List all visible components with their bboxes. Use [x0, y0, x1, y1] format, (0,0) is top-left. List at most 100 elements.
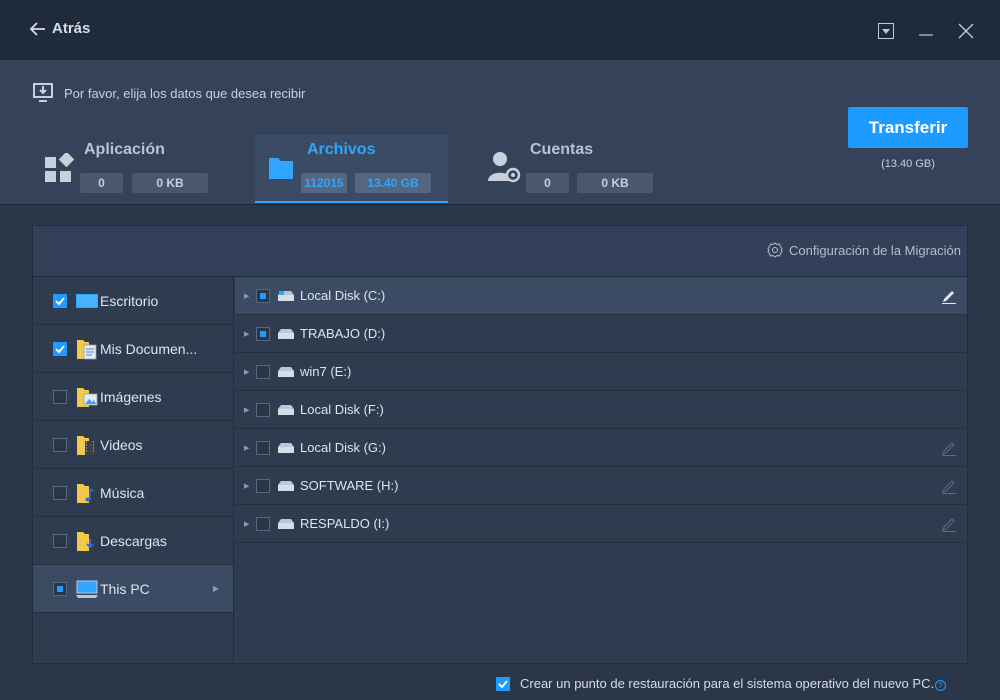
restore-point-option[interactable]: Crear un punto de restauración para el s…	[496, 676, 947, 691]
expand-arrow-icon[interactable]: ▶	[244, 330, 249, 338]
prompt: Por favor, elija los datos que desea rec…	[32, 82, 305, 104]
panel-toolbar: Configuración de la Migración	[33, 226, 967, 277]
help-icon[interactable]: ?	[935, 680, 947, 691]
drive-row-g[interactable]: ▶ Local Disk (G:)	[235, 429, 967, 467]
checkbox-videos[interactable]	[53, 437, 67, 452]
drive-label: win7 (E:)	[300, 364, 352, 379]
dropdown-menu-button[interactable]	[875, 20, 897, 42]
drive-icon	[278, 481, 294, 491]
drive-label: TRABAJO (D:)	[300, 326, 386, 341]
close-button[interactable]	[955, 20, 977, 42]
checkbox-mis-documentos[interactable]	[53, 341, 67, 356]
dropdown-icon	[878, 23, 894, 39]
drive-label: SOFTWARE (H:)	[300, 478, 399, 493]
drive-label: RESPALDO (I:)	[300, 516, 390, 531]
pictures-folder-icon	[77, 388, 98, 407]
expand-arrow-icon[interactable]: ▶	[244, 444, 249, 452]
drive-row-c[interactable]: ▶ Local Disk (C:)	[235, 277, 967, 315]
folder-label: Escritorio	[100, 292, 159, 309]
checkbox-this-pc[interactable]	[53, 581, 67, 596]
folder-item-descargas[interactable]: Descargas	[33, 517, 233, 565]
checkbox-imagenes[interactable]	[53, 389, 67, 404]
tab-aplicacion-title: Aplicación	[84, 141, 165, 158]
drive-row-f[interactable]: ▶ Local Disk (F:)	[235, 391, 967, 429]
folder-label: Música	[100, 484, 145, 501]
checkmark-icon	[55, 296, 65, 305]
tab-aplicacion-count: 0	[80, 173, 123, 193]
prompt-text: Por favor, elija los datos que desea rec…	[64, 85, 306, 101]
drive-icon	[278, 519, 294, 529]
title-bar: Atrás	[0, 0, 1000, 60]
drive-icon	[278, 367, 294, 377]
tab-cuentas-title: Cuentas	[530, 141, 594, 158]
drive-icon	[278, 329, 294, 339]
checkbox-musica[interactable]	[53, 485, 67, 500]
tab-cuentas-size: 0 KB	[577, 173, 653, 193]
folder-label: Mis Documen...	[100, 340, 198, 357]
drive-list: ▶ Local Disk (C:) ▶ TRABAJO (D:) ▶ win7 …	[235, 277, 967, 543]
drive-row-e[interactable]: ▶ win7 (E:)	[235, 353, 967, 391]
account-settings-icon	[488, 152, 521, 183]
expand-arrow-icon[interactable]: ▶	[244, 368, 249, 376]
downloads-folder-icon	[77, 532, 94, 551]
expand-arrow-icon[interactable]: ▶	[244, 292, 249, 300]
edit-pencil-icon[interactable]	[941, 288, 957, 304]
folder-item-imagenes[interactable]: Imágenes	[33, 373, 233, 421]
drive-row-d[interactable]: ▶ TRABAJO (D:)	[235, 315, 967, 353]
restore-point-checkbox[interactable]	[496, 676, 510, 691]
checkbox-drive-h[interactable]	[256, 478, 270, 493]
checkbox-drive-i[interactable]	[256, 516, 270, 531]
checkbox-drive-c[interactable]	[256, 288, 270, 303]
tab-archivos[interactable]: Archivos 112015 13.40 GB	[255, 135, 448, 203]
gear-icon	[767, 242, 783, 258]
transfer-size: (13.40 GB)	[881, 158, 935, 170]
drive-icon	[278, 405, 294, 415]
checkbox-drive-g[interactable]	[256, 440, 270, 455]
back-button[interactable]: Atrás	[30, 20, 90, 37]
edit-pencil-icon[interactable]	[941, 516, 957, 532]
folder-item-musica[interactable]: Música	[33, 469, 233, 517]
checkbox-drive-d[interactable]	[256, 326, 270, 341]
transfer-button[interactable]: Transferir	[848, 107, 968, 148]
expand-arrow-icon[interactable]: ▶	[244, 406, 249, 414]
migration-settings-link[interactable]: Configuración de la Migración	[767, 242, 961, 258]
folder-label: Descargas	[100, 532, 167, 549]
arrow-left-icon	[30, 21, 45, 36]
folder-item-this-pc[interactable]: This PC ▶	[33, 565, 233, 613]
data-type-header: Por favor, elija los datos que desea rec…	[0, 60, 1000, 205]
drive-label: Local Disk (G:)	[300, 440, 386, 455]
folder-label: This PC	[100, 580, 150, 597]
minimize-icon	[919, 34, 933, 36]
drive-row-h[interactable]: ▶ SOFTWARE (H:)	[235, 467, 967, 505]
checkbox-escritorio[interactable]	[53, 293, 67, 308]
expand-arrow-icon[interactable]: ▶	[244, 482, 249, 490]
apps-icon	[45, 153, 74, 182]
drive-icon	[278, 443, 294, 453]
folder-item-mis-documentos[interactable]: Mis Documen...	[33, 325, 233, 373]
tab-aplicacion[interactable]: Aplicación 0 0 KB	[34, 135, 224, 203]
tab-aplicacion-size: 0 KB	[132, 173, 208, 193]
drive-label: Local Disk (C:)	[300, 288, 386, 303]
tab-archivos-size: 13.40 GB	[355, 173, 431, 193]
monitor-download-icon	[33, 83, 53, 102]
file-selection-panel: Configuración de la Migración Escritorio	[32, 225, 968, 664]
music-folder-icon	[77, 484, 95, 503]
expand-arrow-icon[interactable]: ▶	[244, 520, 249, 528]
checkmark-icon	[55, 344, 65, 353]
chevron-right-icon: ▶	[212, 584, 219, 593]
tab-cuentas-count: 0	[526, 173, 569, 193]
tab-archivos-count: 112015	[301, 173, 347, 193]
minimize-button[interactable]	[915, 20, 937, 42]
folder-label: Videos	[100, 436, 143, 453]
drive-row-i[interactable]: ▶ RESPALDO (I:)	[235, 505, 967, 543]
checkbox-drive-f[interactable]	[256, 402, 270, 417]
folder-item-escritorio[interactable]: Escritorio	[33, 277, 233, 325]
tab-cuentas[interactable]: Cuentas 0 0 KB	[480, 135, 670, 203]
checkbox-descargas[interactable]	[53, 533, 67, 548]
close-icon	[958, 23, 974, 39]
edit-pencil-icon[interactable]	[941, 478, 957, 494]
folder-item-videos[interactable]: Videos	[33, 421, 233, 469]
edit-pencil-icon[interactable]	[941, 440, 957, 456]
checkbox-drive-e[interactable]	[256, 364, 270, 379]
migration-settings-label: Configuración de la Migración	[789, 242, 961, 258]
